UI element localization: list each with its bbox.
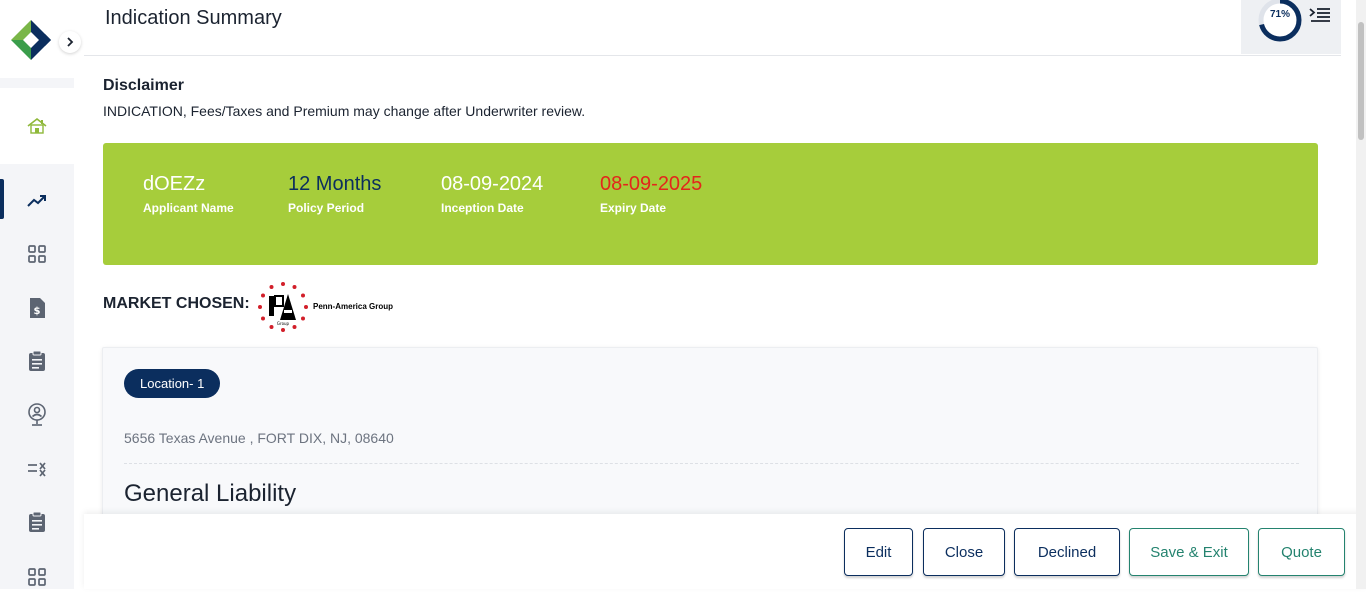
menu-indent-icon[interactable]: [1309, 6, 1331, 24]
sidebar-item-clipboard-2[interactable]: [0, 500, 74, 544]
policy-period-field: 12 Months Policy Period: [288, 173, 381, 215]
policy-period-value: 12 Months: [288, 173, 382, 195]
disclaimer-text: INDICATION, Fees/Taxes and Premium may c…: [103, 103, 586, 119]
policy-period-label: Policy Period: [288, 201, 365, 215]
expiry-date-field: 08-09-2025 Expiry Date: [600, 173, 702, 215]
market-chosen-label: MARKET CHOSEN:: [103, 295, 250, 312]
declined-button[interactable]: Declined: [1014, 528, 1120, 576]
clipboard-icon: [29, 511, 45, 532]
edit-button[interactable]: Edit: [844, 528, 913, 576]
location-person-icon: [28, 403, 46, 426]
close-button[interactable]: Close: [923, 528, 1005, 576]
applicant-name-value: dOEZz: [143, 173, 206, 195]
save-exit-button[interactable]: Save & Exit: [1129, 528, 1249, 576]
progress-ring: [1258, 0, 1302, 42]
scrollbar[interactable]: [1356, 0, 1366, 589]
applicant-field: dOEZz Applicant Name: [143, 173, 234, 215]
grid-icon: [28, 245, 46, 263]
sidebar-item-trending[interactable]: [0, 179, 74, 223]
svg-text:$: $: [34, 306, 41, 317]
section-title: General Liability: [124, 480, 297, 507]
sidebar-expand-button[interactable]: [59, 31, 81, 53]
action-footer: Edit Close Declined Save & Exit Quote: [84, 514, 1366, 589]
scrollbar-thumb[interactable]: [1358, 22, 1364, 140]
app-logo[interactable]: [11, 20, 51, 60]
checklist-icon: [28, 462, 46, 477]
page-title: Indication Summary: [105, 7, 282, 29]
location-pill[interactable]: Location- 1: [124, 369, 221, 398]
home-icon: [27, 117, 47, 134]
sidebar-item-checklist[interactable]: [0, 447, 74, 491]
page-header: Indication Summary 71%: [84, 0, 1341, 56]
divider: [124, 463, 1299, 464]
location-card: Location- 1 5656 Texas Avenue , FORT DIX…: [102, 347, 1318, 537]
sidebar-item-clipboard[interactable]: [0, 339, 74, 383]
sidebar-item-home[interactable]: [0, 88, 74, 164]
disclaimer-title: Disclaimer: [103, 77, 184, 94]
sidebar-item-locations[interactable]: [0, 393, 74, 437]
progress-percent: 71%: [1269, 9, 1290, 20]
market-name: Penn-America Group: [313, 302, 394, 311]
inception-date-value: 08-09-2024: [441, 173, 544, 195]
clipboard-icon: [29, 350, 45, 371]
trending-up-icon: [27, 195, 46, 207]
location-address: 5656 Texas Avenue , FORT DIX, NJ, 08640: [124, 430, 394, 446]
svg-text:Group: Group: [277, 321, 290, 326]
invoice-icon: $: [30, 298, 45, 318]
progress-panel[interactable]: 71%: [1241, 0, 1341, 54]
sidebar-item-grid-2[interactable]: [0, 555, 74, 599]
expiry-date-label: Expiry Date: [600, 201, 667, 215]
inception-date-label: Inception Date: [441, 201, 524, 215]
sidebar-item-invoice[interactable]: $: [0, 286, 74, 330]
penn-america-logo: Group: [258, 282, 308, 332]
grid-icon: [28, 568, 46, 586]
applicant-name-label: Applicant Name: [143, 201, 234, 215]
expiry-date-value: 08-09-2025: [600, 173, 703, 195]
sidebar: $: [0, 0, 81, 589]
inception-date-field: 08-09-2024 Inception Date: [441, 173, 543, 215]
summary-banner: dOEZz Applicant Name 12 Months Policy Pe…: [103, 143, 1318, 265]
sidebar-item-dashboard[interactable]: [0, 232, 74, 276]
main-content: Indication Summary 71% Disclaimer INDICA…: [84, 0, 1341, 589]
chevron-right-icon: [67, 37, 74, 47]
quote-button[interactable]: Quote: [1258, 528, 1345, 576]
